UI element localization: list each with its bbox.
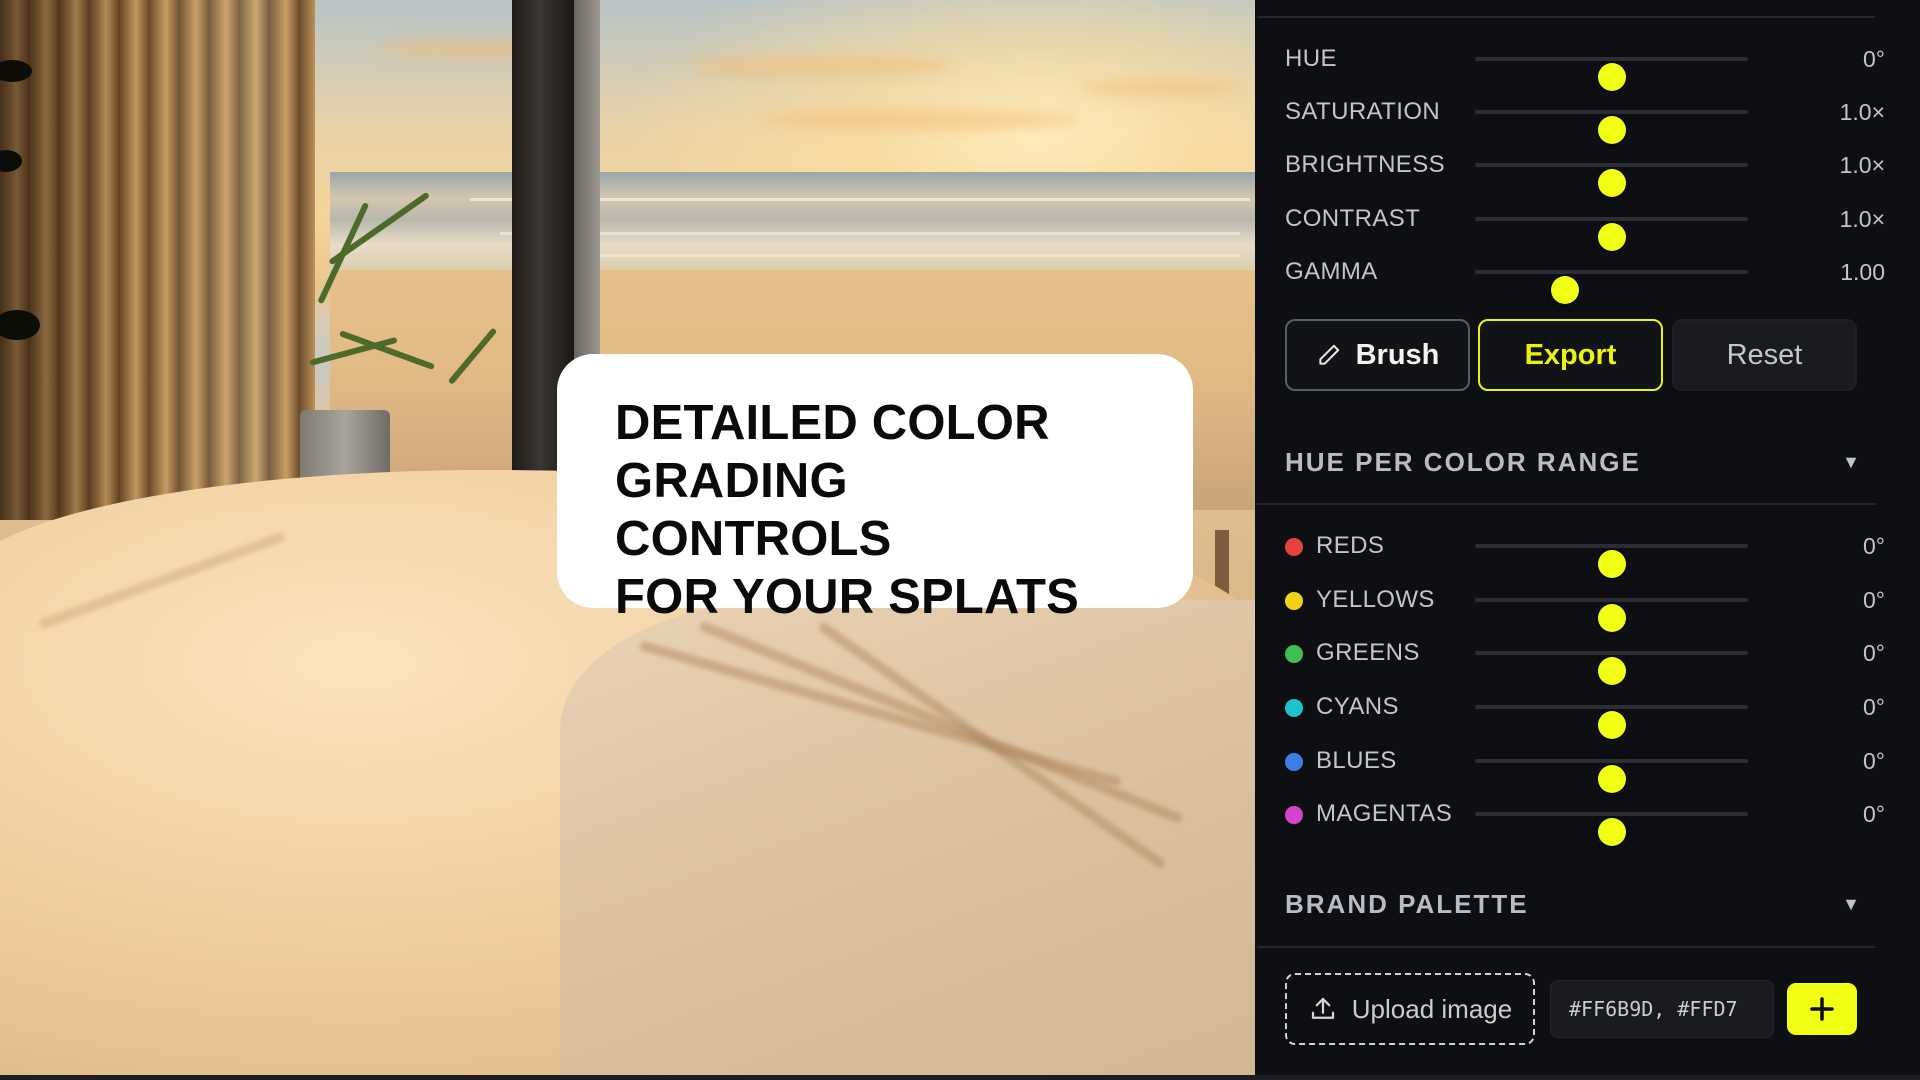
cyans-row: CYANS 0° xyxy=(1285,687,1885,739)
contrast-row: CONTRAST 1.0× xyxy=(1285,199,1885,251)
export-label: Export xyxy=(1524,338,1617,371)
splat-viewport[interactable]: DETAILED COLOR GRADING CONTROLS FOR YOUR… xyxy=(0,0,1255,1075)
divider xyxy=(1257,946,1875,948)
curtain-shade xyxy=(0,0,315,520)
yellows-row: YELLOWS 0° xyxy=(1285,580,1885,632)
magentas-slider[interactable] xyxy=(1475,812,1748,846)
brush-label: Brush xyxy=(1355,338,1440,371)
brand-palette-header[interactable]: BRAND PALETTE ▼ xyxy=(1285,884,1860,924)
yellows-label: YELLOWS xyxy=(1316,586,1435,613)
reds-row: REDS 0° xyxy=(1285,526,1885,578)
slider-thumb[interactable] xyxy=(1597,550,1626,578)
contrast-label: CONTRAST xyxy=(1285,205,1421,232)
caption-line: DETAILED COLOR xyxy=(615,396,1050,450)
brightness-value: 1.0× xyxy=(1839,152,1885,178)
yellows-value: 0° xyxy=(1863,587,1885,613)
blues-slider[interactable] xyxy=(1475,759,1748,793)
saturation-row: SATURATION 1.0× xyxy=(1285,92,1885,144)
divider xyxy=(1257,16,1875,18)
brightness-slider[interactable] xyxy=(1475,163,1748,197)
green-swatch xyxy=(1285,645,1303,663)
magentas-value: 0° xyxy=(1863,801,1885,827)
slider-thumb[interactable] xyxy=(1597,223,1626,251)
slider-thumb[interactable] xyxy=(1597,765,1626,793)
greens-row: GREENS 0° xyxy=(1285,633,1885,685)
plus-icon xyxy=(1810,997,1834,1021)
reset-label: Reset xyxy=(1726,338,1803,371)
cloud xyxy=(760,110,1080,130)
magentas-label: MAGENTAS xyxy=(1316,800,1453,827)
wave xyxy=(500,232,1240,235)
hue-row: HUE 0° xyxy=(1285,39,1885,91)
pencil-icon xyxy=(1318,344,1339,365)
wave xyxy=(520,254,1240,257)
section-title: BRAND PALETTE xyxy=(1285,889,1529,919)
magentas-row: MAGENTAS 0° xyxy=(1285,794,1885,846)
slider-thumb[interactable] xyxy=(1597,711,1626,739)
reds-value: 0° xyxy=(1863,533,1885,559)
greens-label: GREENS xyxy=(1316,639,1420,666)
brush-button[interactable]: Brush xyxy=(1285,319,1470,391)
chevron-down-icon[interactable]: ▼ xyxy=(1842,884,1860,924)
upload-image-button[interactable]: Upload image xyxy=(1285,973,1535,1045)
cyan-swatch xyxy=(1285,699,1303,717)
saturation-slider[interactable] xyxy=(1475,110,1748,144)
gamma-value: 1.00 xyxy=(1840,259,1885,285)
hue-value: 0° xyxy=(1863,46,1885,72)
chevron-down-icon[interactable]: ▼ xyxy=(1842,442,1860,482)
gamma-row: GAMMA 1.00 xyxy=(1285,252,1885,304)
contrast-value: 1.0× xyxy=(1839,206,1885,232)
divider xyxy=(1257,503,1875,505)
cyans-label: CYANS xyxy=(1316,693,1399,720)
blue-swatch xyxy=(1285,753,1303,771)
slider-thumb[interactable] xyxy=(1551,276,1580,304)
yellows-slider[interactable] xyxy=(1475,598,1748,632)
caption-card: DETAILED COLOR GRADING CONTROLS FOR YOUR… xyxy=(557,354,1193,624)
bottom-bar xyxy=(0,1075,1920,1080)
cloud xyxy=(1080,80,1240,96)
slider-thumb[interactable] xyxy=(1597,169,1626,197)
brightness-label: BRIGHTNESS xyxy=(1285,151,1446,178)
hue-per-color-range-header[interactable]: HUE PER COLOR RANGE ▼ xyxy=(1285,442,1860,482)
cloud xyxy=(690,55,950,77)
magenta-swatch xyxy=(1285,806,1303,824)
sea xyxy=(330,172,1255,277)
contrast-slider[interactable] xyxy=(1475,217,1748,251)
gamma-label: GAMMA xyxy=(1285,258,1378,285)
blues-label: BLUES xyxy=(1316,747,1397,774)
section-title: HUE PER COLOR RANGE xyxy=(1285,447,1641,477)
reset-button[interactable]: Reset xyxy=(1672,319,1857,391)
blues-value: 0° xyxy=(1863,748,1885,774)
color-grading-panel: HUE 0° SATURATION 1.0× BRIGHTNESS 1.0× C… xyxy=(1255,0,1920,1075)
reds-label: REDS xyxy=(1316,532,1385,559)
slider-thumb[interactable] xyxy=(1597,63,1626,91)
blanket xyxy=(560,600,1255,1075)
gamma-slider[interactable] xyxy=(1475,270,1748,304)
slider-thumb[interactable] xyxy=(1597,604,1626,632)
slider-thumb[interactable] xyxy=(1597,657,1626,685)
red-swatch xyxy=(1285,538,1303,556)
brightness-row: BRIGHTNESS 1.0× xyxy=(1285,145,1885,197)
saturation-label: SATURATION xyxy=(1285,98,1441,125)
hue-label: HUE xyxy=(1285,45,1337,72)
add-color-button[interactable] xyxy=(1787,983,1857,1035)
blues-row: BLUES 0° xyxy=(1285,741,1885,793)
yellow-swatch xyxy=(1285,592,1303,610)
cyans-slider[interactable] xyxy=(1475,705,1748,739)
greens-slider[interactable] xyxy=(1475,651,1748,685)
slider-thumb[interactable] xyxy=(1597,818,1626,846)
palette-hex-input[interactable]: #FF6B9D, #FFD7 xyxy=(1550,980,1774,1038)
caption-line: FOR YOUR SPLATS xyxy=(615,570,1080,624)
upload-icon xyxy=(1311,997,1334,1019)
greens-value: 0° xyxy=(1863,640,1885,666)
caption-line: GRADING CONTROLS xyxy=(615,454,892,566)
cyans-value: 0° xyxy=(1863,694,1885,720)
export-button[interactable]: Export xyxy=(1478,319,1663,391)
upload-label: Upload image xyxy=(1351,993,1513,1024)
hue-slider[interactable] xyxy=(1475,57,1748,91)
slider-thumb[interactable] xyxy=(1597,116,1626,144)
saturation-value: 1.0× xyxy=(1839,99,1885,125)
reds-slider[interactable] xyxy=(1475,544,1748,578)
